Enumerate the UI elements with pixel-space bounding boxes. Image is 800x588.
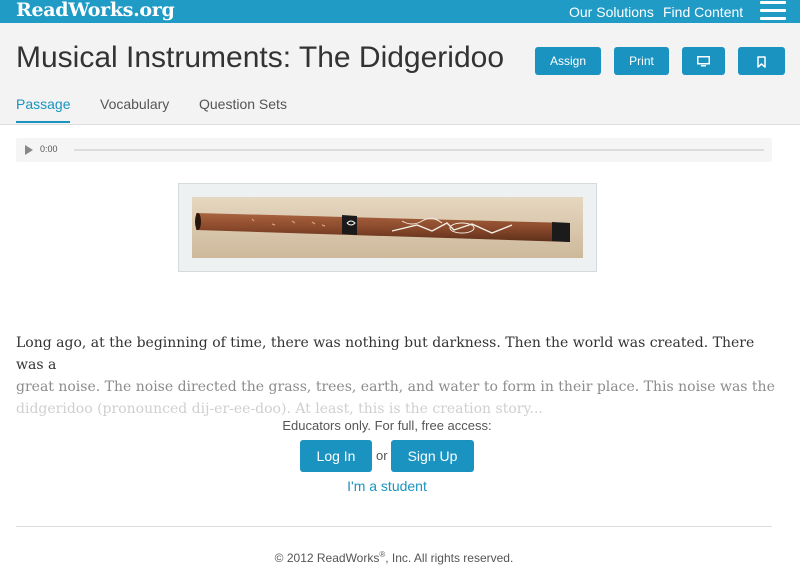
present-button[interactable]	[682, 47, 725, 75]
hamburger-icon[interactable]	[760, 1, 786, 21]
passage-line-3: didgeridoo (pronounced dij-er-ee-doo). A…	[16, 401, 543, 417]
bookmark-button[interactable]	[738, 47, 785, 75]
access-note: Educators only. For full, free access:	[282, 418, 492, 433]
copyright-suffix: , Inc. All rights reserved.	[385, 551, 514, 565]
top-bar: ReadWorks.org Our Solutions Find Content	[0, 0, 800, 23]
audio-player: 0:00	[16, 138, 772, 162]
monitor-icon	[697, 56, 710, 67]
readworks-logo[interactable]: ReadWorks.org	[16, 0, 175, 21]
or-separator: or	[376, 448, 388, 463]
print-button[interactable]: Print	[614, 47, 669, 75]
tab-vocabulary[interactable]: Vocabulary	[100, 96, 169, 112]
bookmark-icon	[757, 56, 766, 68]
tab-question-sets[interactable]: Question Sets	[199, 96, 287, 112]
page-title: Musical Instruments: The Didgeridoo	[16, 41, 504, 74]
audio-progress-track[interactable]	[74, 149, 764, 151]
log-in-button[interactable]: Log In	[300, 440, 372, 472]
passage-line-2: great noise. The noise directed the gras…	[16, 379, 775, 395]
audio-time: 0:00	[40, 144, 58, 154]
sign-up-button[interactable]: Sign Up	[391, 440, 474, 472]
passage-image-frame	[178, 183, 597, 272]
student-link[interactable]: I'm a student	[0, 478, 774, 494]
footer-divider	[16, 526, 772, 527]
copyright-prefix: © 2012 ReadWorks	[274, 551, 380, 565]
footer-copyright: © 2012 ReadWorks®, Inc. All rights reser…	[0, 550, 788, 565]
nav-find-content[interactable]: Find Content	[663, 4, 743, 20]
passage-line-1: Long ago, at the beginning of time, ther…	[16, 335, 755, 373]
assign-button[interactable]: Assign	[535, 47, 601, 75]
passage-header: Musical Instruments: The Didgeridoo Assi…	[0, 23, 800, 125]
play-icon[interactable]	[25, 145, 33, 155]
tab-passage[interactable]: Passage	[16, 96, 71, 123]
nav-our-solutions[interactable]: Our Solutions	[569, 4, 654, 20]
didgeridoo-image	[192, 197, 583, 258]
passage-text: Long ago, at the beginning of time, ther…	[16, 332, 784, 420]
